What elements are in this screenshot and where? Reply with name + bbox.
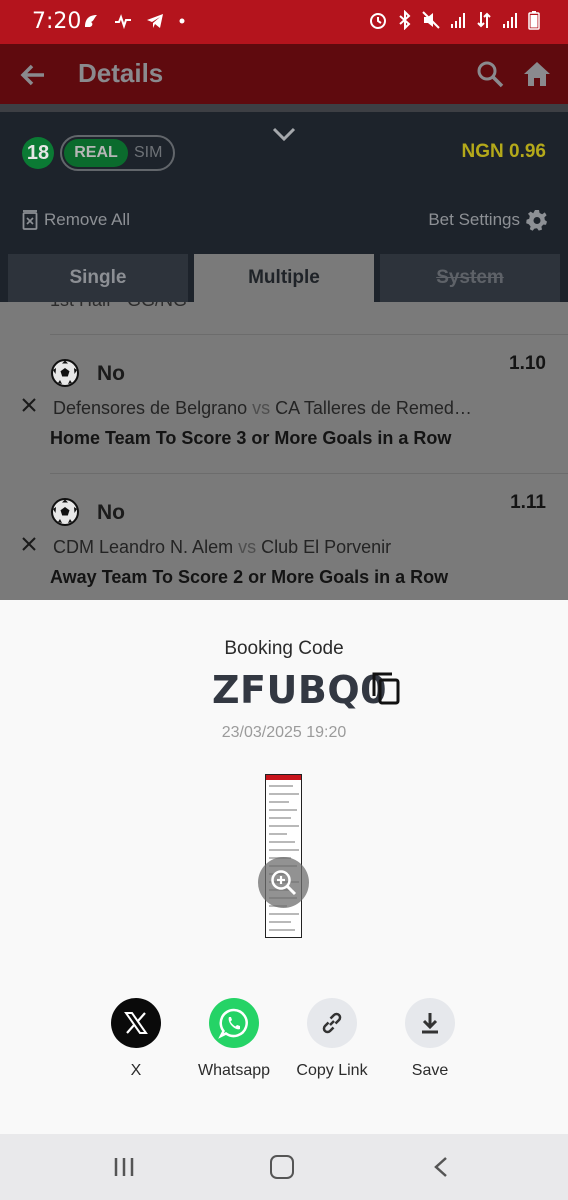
vs-label: vs: [238, 537, 257, 557]
bet-pick: No: [97, 362, 125, 385]
remove-all-label: Remove All: [44, 210, 130, 229]
share-whatsapp-label: Whatsapp: [197, 1062, 271, 1079]
booking-date: 23/03/2025 19:20: [221, 724, 347, 741]
back-nav-icon[interactable]: [433, 1156, 449, 1178]
telegram-icon: [147, 14, 163, 28]
selection-count-badge: 18: [22, 137, 54, 169]
bet-odds: 1.11: [510, 492, 546, 513]
partial-market-text: 1st Half - GG/NG: [50, 302, 187, 311]
status-time: 7:20: [32, 9, 82, 34]
bet-list: 1st Half - GG/NG No 1.10 Defensores de B…: [0, 302, 568, 600]
copy-icon[interactable]: [370, 670, 402, 706]
close-icon[interactable]: [20, 396, 38, 414]
vs-label: vs: [252, 398, 271, 418]
preview-line: [269, 841, 295, 843]
share-booking-sheet: Booking Code ZFUBQ0 23/03/2025 19:20 X W…: [0, 600, 568, 1134]
status-right-icons: [368, 10, 540, 30]
zoom-in-icon: [271, 870, 297, 896]
preview-header-bar: [266, 775, 301, 780]
save-button[interactable]: Save: [380, 998, 480, 1080]
soccer-ball-icon: [51, 498, 79, 526]
app-icon: [85, 15, 97, 27]
preview-line: [269, 913, 299, 915]
mode-real-option[interactable]: REAL: [64, 139, 128, 167]
bet-pick: No: [97, 501, 125, 524]
list-divider: [50, 473, 568, 474]
tab-multiple[interactable]: Multiple: [194, 254, 374, 302]
tab-system[interactable]: System: [380, 254, 560, 302]
copy-link-label: Copy Link: [296, 1062, 368, 1079]
signal-pulse-icon: [115, 14, 131, 30]
gear-icon: [526, 210, 547, 231]
back-arrow-icon[interactable]: [18, 60, 48, 90]
preview-line: [269, 849, 299, 851]
whatsapp-icon: [209, 998, 259, 1048]
home-nav-icon[interactable]: [270, 1155, 294, 1179]
bet-match-teams: CDM Leandro N. Alem vs Club El Porvenir: [53, 537, 503, 558]
away-team: CA Talleres de Remed…: [275, 398, 472, 418]
close-icon[interactable]: [20, 535, 38, 553]
home-icon[interactable]: [522, 59, 552, 89]
bluetooth-icon: [399, 10, 411, 30]
booking-code-label: Booking Code: [224, 638, 344, 659]
chevron-down-icon[interactable]: [272, 124, 296, 144]
dot-icon: [179, 18, 185, 24]
balance-amount: NGN 0.96: [461, 141, 546, 162]
trash-icon: [22, 210, 38, 230]
bet-settings-label: Bet Settings: [428, 210, 520, 229]
signal-icon: [451, 13, 465, 28]
system-nav-bar: [0, 1134, 568, 1200]
share-x-button[interactable]: X: [86, 998, 186, 1080]
betslip-image-preview[interactable]: [265, 774, 302, 938]
signal-icon: [503, 13, 517, 28]
bet-market: Away Team To Score 2 or More Goals in a …: [50, 567, 449, 587]
alarm-icon: [370, 13, 386, 29]
remove-all-button[interactable]: Remove All: [22, 209, 130, 231]
bet-odds: 1.10: [509, 353, 546, 374]
save-label: Save: [411, 1062, 449, 1079]
share-whatsapp-button[interactable]: Whatsapp: [184, 998, 284, 1080]
recent-apps-icon[interactable]: [113, 1157, 135, 1177]
list-divider: [50, 334, 568, 335]
real-sim-toggle[interactable]: REAL SIM: [60, 135, 175, 171]
battery-icon: [528, 11, 540, 30]
preview-line: [269, 817, 291, 819]
data-icon: [477, 12, 491, 28]
bet-settings-button[interactable]: Bet Settings: [428, 209, 548, 231]
bet-market: Home Team To Score 3 or More Goals in a …: [50, 428, 452, 448]
preview-line: [269, 793, 299, 795]
booking-code: ZFUBQ0: [212, 668, 388, 712]
share-x-label: X: [130, 1062, 142, 1079]
home-team: CDM Leandro N. Alem: [53, 537, 234, 557]
status-left-icons: [82, 12, 186, 30]
x-logo-icon: [111, 998, 161, 1048]
preview-line: [269, 825, 299, 827]
link-icon: [307, 998, 357, 1048]
soccer-ball-icon: [51, 359, 79, 387]
copy-link-button[interactable]: Copy Link: [282, 998, 382, 1080]
preview-line: [269, 809, 297, 811]
zoom-preview-button[interactable]: [258, 857, 309, 908]
status-bar: 7:20: [0, 0, 568, 44]
app-header: Details: [0, 44, 568, 104]
bet-match-teams: Defensores de Belgrano vs CA Talleres de…: [53, 398, 503, 419]
header-divider: [0, 104, 568, 112]
preview-line: [269, 833, 287, 835]
tab-single[interactable]: Single: [8, 254, 188, 302]
download-icon: [405, 998, 455, 1048]
preview-line: [269, 921, 291, 923]
preview-line: [269, 801, 289, 803]
search-icon[interactable]: [476, 60, 504, 88]
away-team: Club El Porvenir: [261, 537, 392, 557]
mode-sim-option[interactable]: SIM: [134, 144, 162, 162]
page-title: Details: [78, 58, 164, 88]
mute-icon: [422, 11, 440, 29]
preview-line: [269, 785, 293, 787]
home-team: Defensores de Belgrano: [53, 398, 248, 418]
preview-line: [269, 929, 295, 931]
